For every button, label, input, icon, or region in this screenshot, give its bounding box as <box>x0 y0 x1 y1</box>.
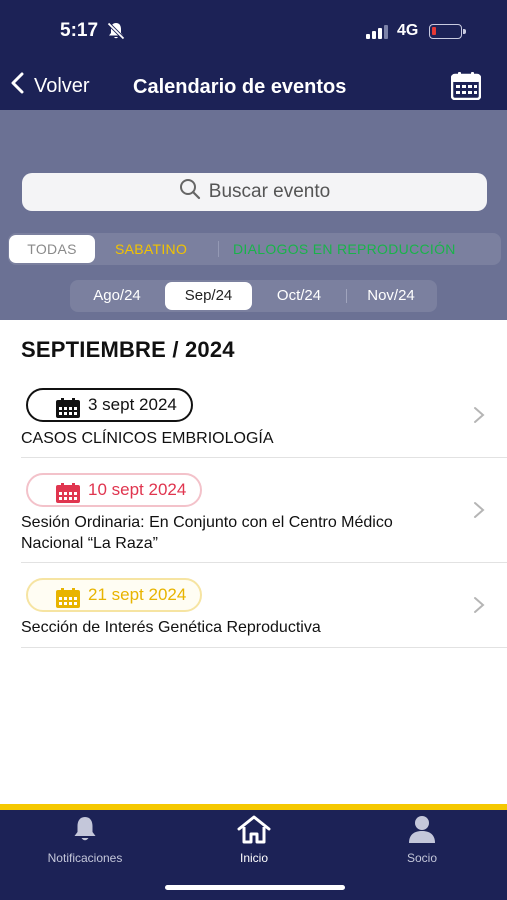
top-bar: 5:17 4G Volver Calendario de eventos <box>0 0 507 110</box>
status-time: 5:17 <box>60 20 99 41</box>
search-icon <box>179 178 201 206</box>
event-date: 3 sept 2024 <box>88 395 177 414</box>
tab-notificaciones[interactable]: Notificaciones <box>25 814 145 865</box>
month-tab-sep[interactable]: Sep/24 <box>165 282 252 310</box>
home-indicator <box>165 885 345 890</box>
calendar-icon <box>56 588 80 613</box>
month-divider <box>346 289 347 303</box>
search-input[interactable]: Buscar evento <box>22 173 487 211</box>
signal-icon <box>366 25 388 39</box>
home-icon <box>194 814 314 847</box>
calendar-icon <box>450 72 482 104</box>
event-date-pill: 3 sept 2024 <box>26 388 193 422</box>
divider <box>21 457 507 458</box>
event-date: 10 sept 2024 <box>88 480 187 499</box>
event-date: 21 sept 2024 <box>88 585 187 604</box>
category-filter: TODAS SABATINO DIALOGOS EN REPRODUCCIÓN <box>8 233 501 265</box>
search-placeholder: Buscar evento <box>208 181 331 202</box>
month-selector: Ago/24 Sep/24 Oct/24 Nov/24 <box>70 280 437 312</box>
event-date-pill: 21 sept 2024 <box>26 578 203 613</box>
divider <box>21 647 507 648</box>
event-date-pill: 10 sept 2024 <box>26 473 203 508</box>
user-icon <box>362 814 482 847</box>
category-divider <box>218 241 219 257</box>
network-label: 4G <box>397 22 419 39</box>
event-title: Sesión Ordinaria: En Conjunto con el Cen… <box>21 514 393 552</box>
month-tab-oct[interactable]: Oct/24 <box>256 280 342 312</box>
tab-inicio[interactable]: Inicio <box>194 814 314 865</box>
tab-socio[interactable]: Socio <box>362 814 482 865</box>
status-bar: 5:17 4G <box>0 0 507 62</box>
event-item[interactable]: 21 sept 2024 Sección de Interés Genética… <box>0 576 507 648</box>
tab-label: Socio <box>406 851 438 865</box>
tab-label: Inicio <box>239 851 268 865</box>
page-title: Calendario de eventos <box>133 76 347 98</box>
month-tab-ago[interactable]: Ago/24 <box>74 280 160 312</box>
section-title: SEPTIEMBRE / 2024 <box>21 337 235 362</box>
tab-label: Notificaciones <box>47 851 123 865</box>
event-title: CASOS CLÍNICOS EMBRIOLOGÍA <box>21 430 274 447</box>
bell-icon <box>25 814 145 847</box>
category-tab-dialogos[interactable]: DIALOGOS EN REPRODUCCIÓN <box>233 233 456 265</box>
calendar-icon <box>56 398 80 423</box>
event-title: Sección de Interés Genética Reproductiva <box>21 619 321 636</box>
category-tab-todas[interactable]: TODAS <box>9 235 95 263</box>
silent-bell-icon <box>106 21 126 46</box>
chevron-left-icon <box>10 72 26 100</box>
chevron-right-icon <box>473 406 485 429</box>
calendar-button[interactable] <box>450 72 482 105</box>
nav-bar: Volver Calendario de eventos <box>0 62 507 110</box>
chevron-right-icon <box>473 501 485 524</box>
event-item[interactable]: 3 sept 2024 CASOS CLÍNICOS EMBRIOLOGÍA <box>0 386 507 458</box>
chevron-right-icon <box>473 596 485 619</box>
battery-icon <box>429 24 466 39</box>
category-tab-sabatino[interactable]: SABATINO <box>115 233 187 265</box>
month-tab-nov[interactable]: Nov/24 <box>348 280 434 312</box>
divider <box>21 562 507 563</box>
back-button[interactable]: Volver <box>10 72 90 100</box>
filter-panel: Buscar evento TODAS SABATINO DIALOGOS EN… <box>0 110 507 320</box>
back-label: Volver <box>34 74 90 97</box>
event-item[interactable]: 10 sept 2024 Sesión Ordinaria: En Conjun… <box>0 471 507 563</box>
calendar-icon <box>56 483 80 508</box>
